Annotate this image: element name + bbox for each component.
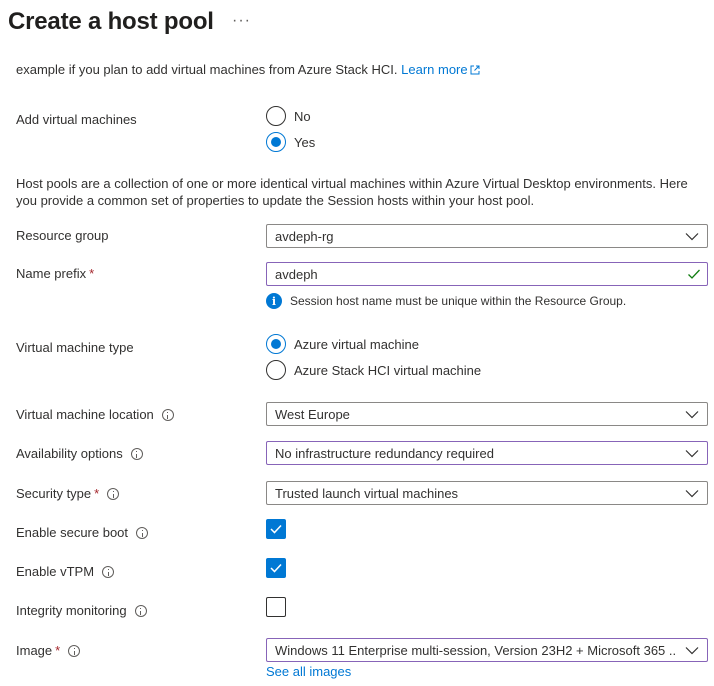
required-marker: *	[94, 486, 100, 501]
required-marker: *	[89, 266, 95, 281]
info-icon[interactable]	[107, 488, 120, 500]
chevron-down-icon	[685, 450, 699, 458]
info-icon[interactable]	[136, 527, 149, 539]
image-label: Image *	[16, 643, 81, 658]
availability-dropdown[interactable]: No infrastructure redundancy required	[266, 441, 708, 465]
required-marker: *	[55, 643, 61, 658]
valid-check-icon	[688, 269, 700, 279]
security-type-text: Security type	[16, 486, 92, 501]
info-icon[interactable]	[130, 448, 143, 460]
resource-group-value: avdeph-rg	[275, 229, 334, 244]
name-prefix-label: Name prefix *	[16, 266, 94, 281]
info-icon[interactable]	[68, 645, 81, 657]
secure-boot-checkbox[interactable]	[266, 519, 286, 539]
vtpm-text: Enable vTPM	[16, 564, 95, 579]
security-type-dropdown[interactable]: Trusted launch virtual machines	[266, 481, 708, 505]
vtpm-checkbox[interactable]	[266, 558, 286, 578]
info-icon[interactable]	[161, 409, 174, 421]
image-value: Windows 11 Enterprise multi-session, Ver…	[275, 643, 677, 658]
radio-azure-icon[interactable]	[266, 334, 286, 354]
chevron-down-icon	[685, 411, 699, 419]
chevron-down-icon	[685, 233, 699, 241]
name-prefix-hint: i Session host name must be unique withi…	[266, 293, 626, 309]
secure-boot-label: Enable secure boot	[16, 525, 149, 540]
checkmark-icon	[270, 563, 282, 573]
vm-location-label: Virtual machine location	[16, 407, 174, 422]
availability-value: No infrastructure redundancy required	[275, 446, 494, 461]
image-text: Image	[16, 643, 53, 658]
integrity-text: Integrity monitoring	[16, 603, 127, 618]
radio-hci-label: Azure Stack HCI virtual machine	[294, 362, 482, 378]
integrity-checkbox[interactable]	[266, 597, 286, 617]
radio-hci-icon[interactable]	[266, 360, 286, 380]
intro-body: example if you plan to add virtual machi…	[16, 62, 402, 77]
info-icon[interactable]	[134, 605, 147, 617]
chevron-down-icon	[685, 490, 699, 498]
add-vms-label: Add virtual machines	[16, 112, 137, 127]
more-options-icon[interactable]: ···	[232, 12, 251, 30]
vtpm-label: Enable vTPM	[16, 564, 115, 579]
radio-no-label: No	[294, 108, 311, 124]
add-vms-radio-yes[interactable]: Yes	[266, 132, 315, 152]
info-filled-icon: i	[266, 293, 282, 309]
intro-text: example if you plan to add virtual machi…	[16, 62, 480, 77]
secure-boot-text: Enable secure boot	[16, 525, 129, 540]
name-prefix-text: Name prefix	[16, 266, 87, 281]
availability-label: Availability options	[16, 446, 143, 461]
security-type-value: Trusted launch virtual machines	[275, 486, 459, 501]
name-prefix-value: avdeph	[275, 267, 318, 282]
radio-yes-icon[interactable]	[266, 132, 286, 152]
name-prefix-input[interactable]: avdeph	[266, 262, 708, 286]
host-pool-description: Host pools are a collection of one or mo…	[16, 176, 688, 208]
radio-yes-label: Yes	[294, 134, 316, 150]
radio-azure-label: Azure virtual machine	[294, 336, 419, 352]
availability-text: Availability options	[16, 446, 123, 461]
page-title: Create a host pool	[8, 8, 214, 35]
resource-group-label: Resource group	[16, 228, 109, 243]
resource-group-dropdown[interactable]: avdeph-rg	[266, 224, 708, 248]
security-type-label: Security type *	[16, 486, 120, 501]
vm-type-label: Virtual machine type	[16, 340, 134, 355]
checkmark-icon	[270, 524, 282, 534]
learn-more-label: Learn more	[401, 62, 468, 77]
vm-type-radio-hci[interactable]: Azure Stack HCI virtual machine	[266, 360, 481, 380]
chevron-down-icon	[685, 647, 699, 655]
image-dropdown[interactable]: Windows 11 Enterprise multi-session, Ver…	[266, 638, 708, 662]
learn-more-link[interactable]: Learn more	[401, 62, 480, 77]
radio-no-icon[interactable]	[266, 106, 286, 126]
add-vms-radio-no[interactable]: No	[266, 106, 311, 126]
vm-location-dropdown[interactable]: West Europe	[266, 402, 708, 426]
name-prefix-hint-text: Session host name must be unique within …	[290, 294, 627, 308]
vm-type-radio-azure[interactable]: Azure virtual machine	[266, 334, 419, 354]
external-link-icon	[470, 65, 480, 75]
see-all-images-link[interactable]: See all images	[266, 664, 351, 679]
vm-location-text: Virtual machine location	[16, 407, 154, 422]
vm-location-value: West Europe	[275, 407, 350, 422]
info-icon[interactable]	[102, 566, 115, 578]
integrity-label: Integrity monitoring	[16, 603, 147, 618]
